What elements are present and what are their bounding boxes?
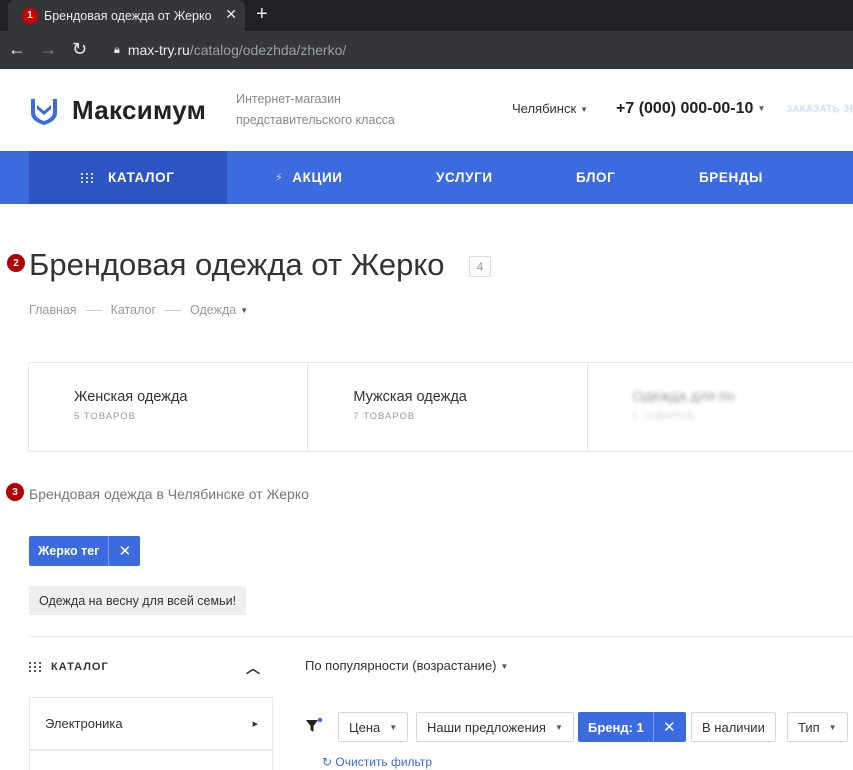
clear-filter-label: Очистить фильтр xyxy=(335,755,433,769)
phone-selector[interactable]: +7 (000) 000-00-10 ▼ xyxy=(616,100,765,118)
tile-count: 5 ТОВАРОВ xyxy=(74,411,136,422)
sidebar-catalog-header[interactable]: КАТАЛОГ ︿ xyxy=(29,658,273,676)
tag-label: Жерко тег xyxy=(38,544,100,558)
sidebar-item-label: Электроника xyxy=(45,716,123,731)
nav-item-sales[interactable]: ⚡︎ АКЦИИ xyxy=(275,151,343,204)
clear-filter-link[interactable]: ↻ Очистить фильтр xyxy=(322,755,432,769)
url-path: /catalog/odezhda/zherko/ xyxy=(189,42,347,58)
lightning-icon: ⚡︎ xyxy=(275,172,284,184)
url-host: max-try.ru xyxy=(127,42,190,58)
annotation-marker: 1 xyxy=(22,7,38,24)
product-count-badge: 4 xyxy=(469,256,491,277)
filter-label: В наличии xyxy=(702,719,765,735)
active-tag-chip[interactable]: Жерко тег ✕ xyxy=(29,536,141,566)
nav-label: БРЕНДЫ xyxy=(699,170,763,185)
nav-item-services[interactable]: УСЛУГИ xyxy=(436,151,493,204)
filter-label: Бренд: 1 xyxy=(588,719,644,735)
city-label: Челябинск xyxy=(512,101,577,116)
nav-label: КАТАЛОГ xyxy=(108,170,175,185)
divider xyxy=(29,636,853,637)
filter-label: Тип xyxy=(798,719,820,735)
site-header: Максимум Интернет-магазин представительс… xyxy=(0,69,853,151)
close-icon[interactable]: ✕ xyxy=(652,712,685,742)
browser-tab-bar: 1 Брендовая одежда от Жерко ✕ + xyxy=(0,0,853,31)
callback-link[interactable]: ЗАКАЗАТЬ ЗВОНОК xyxy=(786,104,853,115)
lock-icon: 🔒︎ xyxy=(114,43,120,56)
phone-number: +7 (000) 000-00-10 xyxy=(616,100,754,117)
logo-text: Максимум xyxy=(72,95,207,125)
subcategory-tile[interactable]: Мужская одежда 7 ТОВАРОВ xyxy=(308,363,588,451)
sort-dropdown[interactable]: По популярности (возрастание) ▼ xyxy=(305,658,508,673)
reset-icon: ↻ xyxy=(322,755,333,769)
tag-chip[interactable]: Одежда на весну для всей семьи! xyxy=(29,586,247,615)
tagline-line: представительского класса xyxy=(236,113,395,127)
offers-filter-button[interactable]: Наши предложения ▼ xyxy=(416,712,574,742)
city-selector[interactable]: Челябинск ▼ xyxy=(512,101,588,116)
logo[interactable]: Максимум xyxy=(28,95,206,126)
subcategory-tile[interactable]: Женская одежда 5 ТОВАРОВ xyxy=(29,363,309,451)
close-icon[interactable]: ✕ xyxy=(225,6,237,23)
caret-down-icon: ▼ xyxy=(389,722,398,732)
reload-icon[interactable]: ↻ xyxy=(72,39,87,60)
breadcrumb-separator xyxy=(165,309,182,311)
caret-down-icon: ▼ xyxy=(580,105,589,115)
nav-item-catalog[interactable]: КАТАЛОГ xyxy=(29,151,227,204)
close-icon[interactable]: ✕ xyxy=(108,536,140,566)
annotation-marker: 3 xyxy=(6,483,24,501)
tab-title: Брендовая одежда от Жерко xyxy=(44,8,212,23)
nav-label: УСЛУГИ xyxy=(436,170,493,185)
page-title: Брендовая одежда от Жерко xyxy=(29,247,445,282)
in-stock-filter-button[interactable]: В наличии xyxy=(691,712,776,742)
nav-item-blog[interactable]: БЛОГ xyxy=(576,151,615,204)
caret-down-icon: ▼ xyxy=(554,722,563,732)
type-filter-button[interactable]: Тип ▼ xyxy=(787,712,848,742)
breadcrumb-dropdown[interactable]: Одежда ▼ xyxy=(190,303,248,317)
caret-down-icon: ▼ xyxy=(240,306,249,316)
breadcrumb-separator xyxy=(85,309,102,311)
caret-down-icon: ▼ xyxy=(757,104,766,114)
annotation-marker: 2 xyxy=(7,254,25,272)
breadcrumb-label: Одежда xyxy=(190,303,237,317)
subcategory-tile[interactable]: Одежда для по 6 ТОВАРОВ xyxy=(588,363,853,451)
nav-label: БЛОГ xyxy=(576,170,616,185)
filter-label: Наши предложения xyxy=(427,719,546,735)
back-arrow-icon[interactable]: ← xyxy=(8,39,26,60)
page-subtitle: Брендовая одежда в Челябинске от Жерко xyxy=(29,486,309,502)
tile-count: 6 ТОВАРОВ xyxy=(632,411,695,422)
tile-name: Одежда для по xyxy=(632,389,735,405)
subcategory-tiles: Женская одежда 5 ТОВАРОВ Мужская одежда … xyxy=(28,362,853,452)
nav-label: АКЦИИ xyxy=(292,170,343,185)
tile-count: 7 ТОВАРОВ xyxy=(353,411,416,422)
grid-icon xyxy=(81,172,94,183)
address-bar: ← → ↻ 🔒︎ max-try.ru/catalog/odezhda/zher… xyxy=(0,31,853,69)
sidebar-item-electronics[interactable]: Электроника ▶ xyxy=(29,697,273,750)
breadcrumb-link[interactable]: Главная xyxy=(29,303,77,317)
filter-label: Цена xyxy=(349,719,381,735)
breadcrumb-link[interactable]: Каталог xyxy=(111,303,156,317)
forward-arrow-icon[interactable]: → xyxy=(39,39,57,60)
tagline: Интернет-магазин представительского клас… xyxy=(236,89,395,131)
chevron-up-icon[interactable]: ︿ xyxy=(246,658,261,678)
logo-icon xyxy=(31,98,57,125)
url-input[interactable]: 🔒︎ max-try.ru/catalog/odezhda/zherko/ xyxy=(104,36,853,64)
breadcrumb: Главная Каталог Одежда ▼ xyxy=(29,303,248,317)
nav-item-brands[interactable]: БРЕНДЫ xyxy=(699,151,763,204)
main-nav: КАТАЛОГ ⚡︎ АКЦИИ УСЛУГИ БЛОГ БРЕНДЫ xyxy=(0,151,853,204)
sidebar-header-label: КАТАЛОГ xyxy=(51,661,109,673)
grid-icon xyxy=(29,662,42,672)
tile-name: Женская одежда xyxy=(74,389,188,405)
brand-filter-button[interactable]: Бренд: 1 ✕ xyxy=(578,712,686,742)
browser-tab[interactable]: 1 Брендовая одежда от Жерко ✕ xyxy=(8,0,245,31)
caret-down-icon: ▼ xyxy=(828,722,837,732)
sort-label: По популярности (возрастание) xyxy=(305,658,497,673)
caret-down-icon: ▼ xyxy=(500,662,509,672)
tagline-line: Интернет-магазин xyxy=(236,92,341,106)
filter-icon[interactable] xyxy=(305,717,323,735)
new-tab-button[interactable]: + xyxy=(256,3,268,26)
sidebar-item[interactable] xyxy=(29,750,273,770)
price-filter-button[interactable]: Цена ▼ xyxy=(338,712,409,742)
tile-name: Мужская одежда xyxy=(353,389,467,405)
chevron-right-icon: ▶ xyxy=(252,720,258,728)
